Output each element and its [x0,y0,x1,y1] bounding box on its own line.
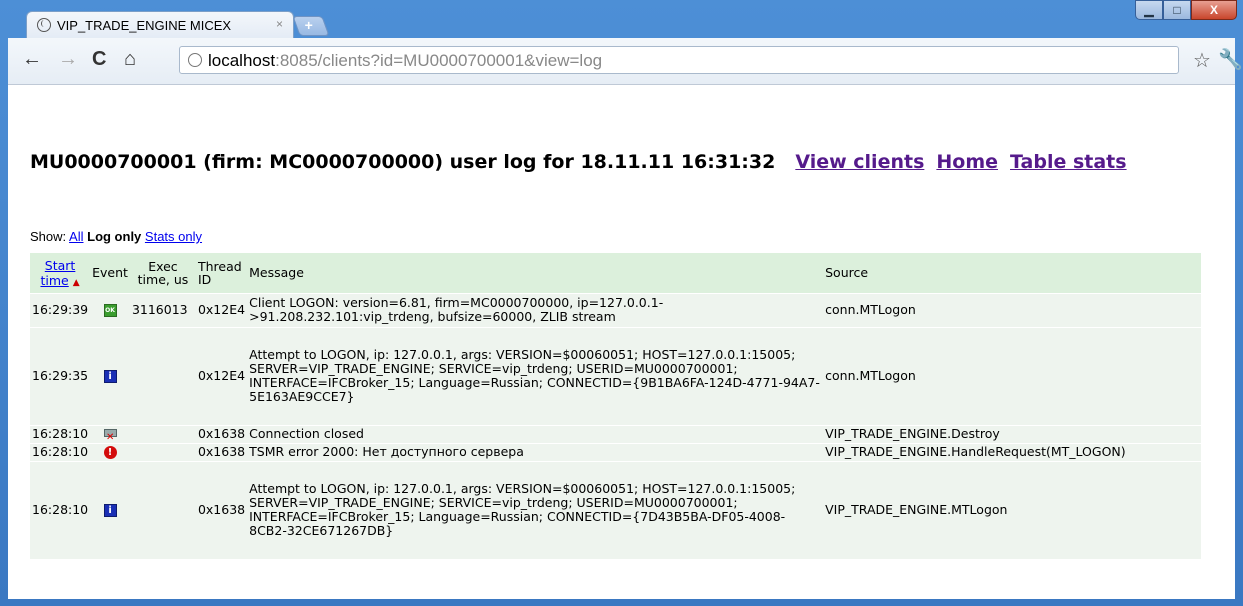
row-exec [129,424,196,443]
ok-icon: OK [103,304,117,317]
row-thread: 0x12E4 [195,292,248,327]
row-time: 16:28:10 [30,424,91,443]
row-exec: 3116013 [129,292,196,327]
row-message: TSMR error 2000: Нет доступного сервера [247,442,824,461]
row-source: VIP_TRADE_ENGINE.HandleRequest(MT_LOGON) [823,442,1202,461]
row-source: VIP_TRADE_ENGINE.Destroy [823,424,1202,443]
bookmark-star-icon[interactable]: ☆ [1193,48,1211,73]
address-bar[interactable]: localhost:8085/clients?id=MU0000700001&v… [179,46,1179,74]
header-thread-id: Thread ID [195,253,248,293]
row-thread: 0x1638 [195,424,248,443]
row-time: 16:29:35 [30,326,91,425]
row-message: Attempt to LOGON, ip: 127.0.0.1, args: V… [247,326,824,425]
row-event: OK [90,292,130,327]
url-host: localhost [208,51,276,70]
favicon-icon [37,18,51,32]
page-title: MU0000700001 (firm: MC0000700000) user l… [30,149,1230,175]
new-tab-button[interactable]: + [292,16,330,36]
forward-arrow-icon[interactable]: → [58,48,78,71]
minimize-button[interactable]: ▁ [1135,0,1163,20]
table-row: 16:28:10 i 0x1638 Attempt to LOGON, ip: … [30,460,1202,559]
browser-tab[interactable]: VIP_TRADE_ENGINE MICEX × [26,11,294,39]
table-row: 16:29:39 OK 3116013 0x12E4 Client LOGON:… [30,292,1202,327]
header-start-time[interactable]: Start time ▲ [30,253,91,293]
home-icon[interactable]: ⌂ [124,48,136,71]
page-icon [188,53,202,67]
view-clients-link[interactable]: View clients [795,151,924,173]
table-stats-link[interactable]: Table stats [1010,151,1127,173]
show-all-link[interactable]: All [69,229,83,244]
page-title-text: MU0000700001 (firm: MC0000700000) user l… [30,151,776,173]
show-label: Show: [30,229,67,244]
table-row: 16:28:10 0x1638 Connection closed VIP_TR… [30,424,1202,445]
error-icon: ! [103,446,117,459]
row-thread: 0x12E4 [195,326,248,425]
header-event: Event [90,253,130,293]
tab-close-icon[interactable]: × [276,17,283,31]
row-message: Attempt to LOGON, ip: 127.0.0.1, args: V… [247,460,824,559]
info-icon: i [103,504,117,518]
row-source: VIP_TRADE_ENGINE.MTLogon [823,460,1202,559]
row-event: ! [90,442,130,461]
info-icon: i [103,370,117,383]
row-message: Client LOGON: version=6.81, firm=MC00007… [247,292,824,327]
plus-icon: + [304,17,313,33]
url-path: :8085/clients?id=MU0000700001&view=log [275,51,603,70]
nav-row: ← → C ⌂ localhost:8085/clients?id=MU0000… [8,38,1243,85]
row-source: conn.MTLogon [823,326,1202,425]
row-exec [129,460,196,559]
wrench-icon[interactable]: 🔧 [1218,47,1243,72]
table-row: 16:29:35 i 0x12E4 Attempt to LOGON, ip: … [30,326,1202,425]
url-text: localhost:8085/clients?id=MU0000700001&v… [208,51,602,71]
show-stats-only-link[interactable]: Stats only [145,229,202,244]
title-bar: VIP_TRADE_ENGINE MICEX × + ▁ □ X [0,0,1243,39]
sort-arrow-icon: ▲ [72,277,80,288]
row-exec [129,326,196,425]
table-header-row: Start time ▲ Event Exec time, us Thread … [30,253,1202,293]
row-thread: 0x1638 [195,442,248,461]
header-message: Message [247,253,824,293]
page-content: MU0000700001 (firm: MC0000700000) user l… [8,84,1235,599]
row-time: 16:28:10 [30,442,91,461]
row-exec [129,442,196,461]
row-event: i [90,460,130,559]
show-log-only: Log only [87,229,142,244]
header-source: Source [823,253,1202,293]
tab-title: VIP_TRADE_ENGINE MICEX [57,18,232,33]
row-source: conn.MTLogon [823,292,1202,327]
row-time: 16:28:10 [30,460,91,559]
show-filter: Show: All Log only Stats only [30,229,202,244]
disconnect-icon [102,428,118,445]
browser-window: VIP_TRADE_ENGINE MICEX × + ▁ □ X ← → C ⌂… [0,0,1243,606]
row-thread: 0x1638 [195,460,248,559]
window-controls: ▁ □ X [1135,0,1237,22]
close-window-button[interactable]: X [1191,0,1237,20]
reload-icon[interactable]: C [92,48,106,71]
row-time: 16:29:39 [30,292,91,327]
table-row: 16:28:10 ! 0x1638 TSMR error 2000: Нет д… [30,442,1202,461]
header-exec-time: Exec time, us [129,253,196,293]
maximize-button[interactable]: □ [1163,0,1191,20]
row-event: i [90,326,130,425]
row-event [90,424,130,445]
row-message: Connection closed [247,424,824,443]
start-time-sort-link[interactable]: Start time [40,258,75,288]
log-table: Start time ▲ Event Exec time, us Thread … [30,253,1202,559]
home-link[interactable]: Home [936,151,998,173]
back-arrow-icon[interactable]: ← [22,48,42,71]
